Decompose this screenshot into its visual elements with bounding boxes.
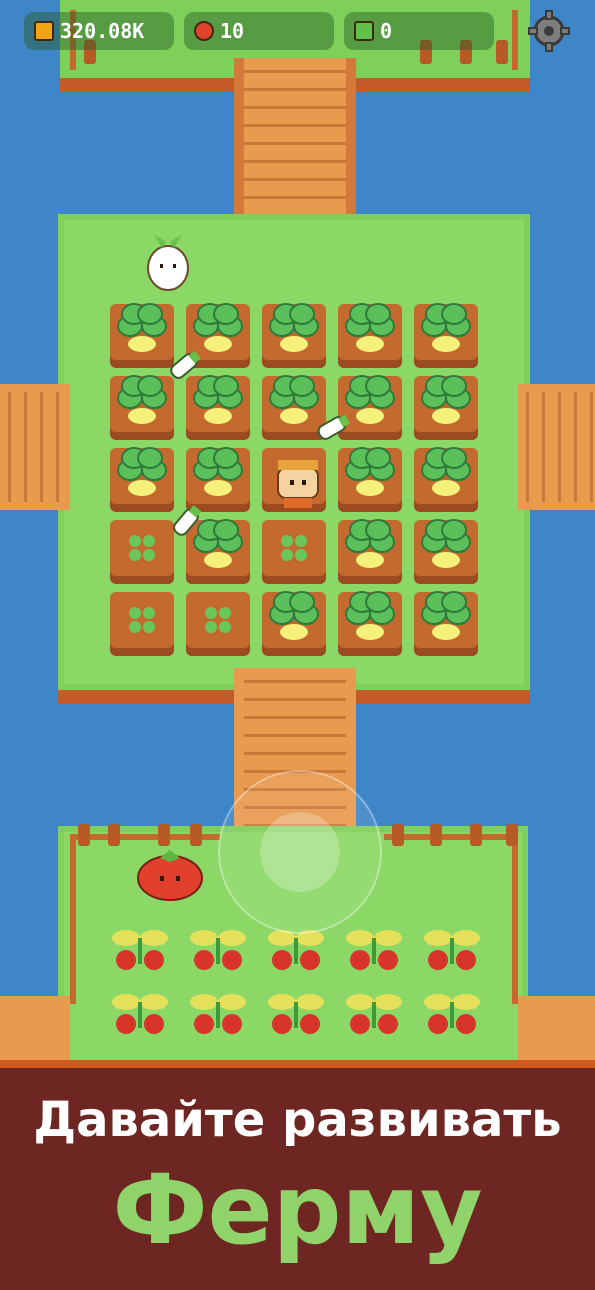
farm-plot[interactable] [110,303,174,368]
coins-counter: 320.08K [24,12,174,50]
farm-plot[interactable] [338,519,402,584]
banner-subtitle: Давайте развивать [33,1092,562,1148]
farm-plot[interactable] [262,591,326,656]
bridge-top[interactable] [234,58,356,238]
farm-plot[interactable] [262,375,326,440]
bridge-right[interactable] [518,384,595,510]
leaves-value: 0 [380,19,393,43]
gear-icon[interactable] [527,10,571,52]
red-gem-icon [194,21,214,41]
bridge-left[interactable] [0,384,70,510]
bridge-bottom-right[interactable] [518,996,595,1060]
farm-plot[interactable] [414,375,478,440]
farm-plot[interactable] [262,520,326,584]
farm-plot[interactable] [110,447,174,512]
game-screen: 320.08K 10 0 Давайте развивать Ферму [0,0,595,1290]
promo-banner: Давайте развивать Ферму [0,1060,595,1290]
banner-title: Ферму [112,1154,483,1266]
bridge-bottom-left[interactable] [0,996,70,1060]
farm-plot[interactable] [110,520,174,584]
farm-plot[interactable] [338,591,402,656]
player-farmer[interactable] [277,460,319,508]
farm-plot[interactable] [338,375,402,440]
farm-plot[interactable] [186,375,250,440]
green-leaf-icon [354,21,374,41]
farm-plot[interactable] [110,375,174,440]
gems-counter: 10 [184,12,334,50]
gems-value: 10 [220,19,245,43]
virtual-joystick[interactable] [218,770,382,934]
farm-plot[interactable] [186,592,250,656]
farm-plot[interactable] [414,591,478,656]
farm-plot[interactable] [414,447,478,512]
gold-coin-icon [34,21,54,41]
farm-plot[interactable] [186,519,250,584]
leaves-counter: 0 [344,12,494,50]
farm-plot[interactable] [414,303,478,368]
farm-plot[interactable] [110,592,174,656]
farm-plot[interactable] [414,519,478,584]
joystick-knob[interactable] [260,812,340,892]
farm-plot[interactable] [186,447,250,512]
coins-value: 320.08K [60,19,145,43]
farm-plot[interactable] [338,447,402,512]
farm-plot[interactable] [338,303,402,368]
farm-plot[interactable] [262,303,326,368]
